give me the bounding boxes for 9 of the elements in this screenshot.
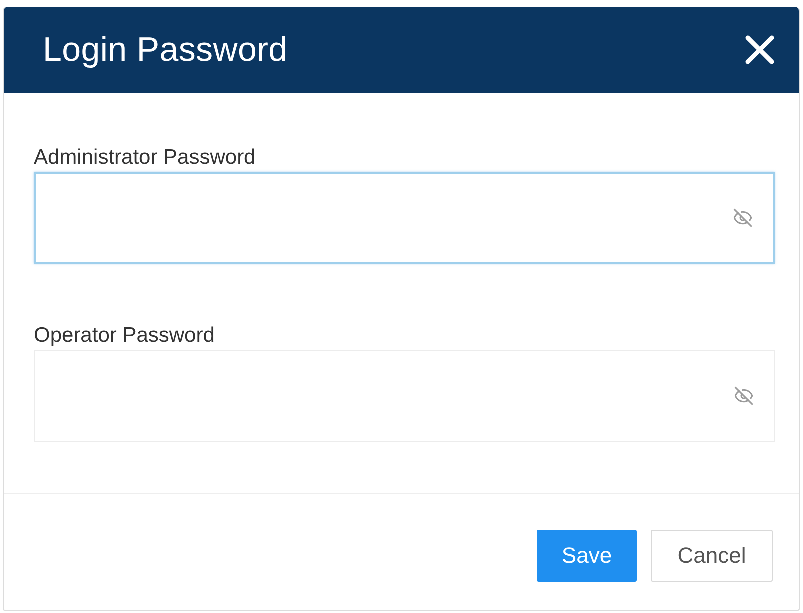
field-label: Operator Password xyxy=(34,323,216,349)
cancel-button[interactable]: Cancel xyxy=(651,530,773,582)
close-icon xyxy=(745,35,775,65)
eye-slash-icon[interactable] xyxy=(733,208,753,228)
dialog-title: Login Password xyxy=(43,30,288,70)
field-label: Administrator Password xyxy=(34,145,257,171)
password-field[interactable] xyxy=(34,172,775,264)
close-button[interactable] xyxy=(743,33,777,67)
eye-slash-icon[interactable] xyxy=(734,386,754,406)
